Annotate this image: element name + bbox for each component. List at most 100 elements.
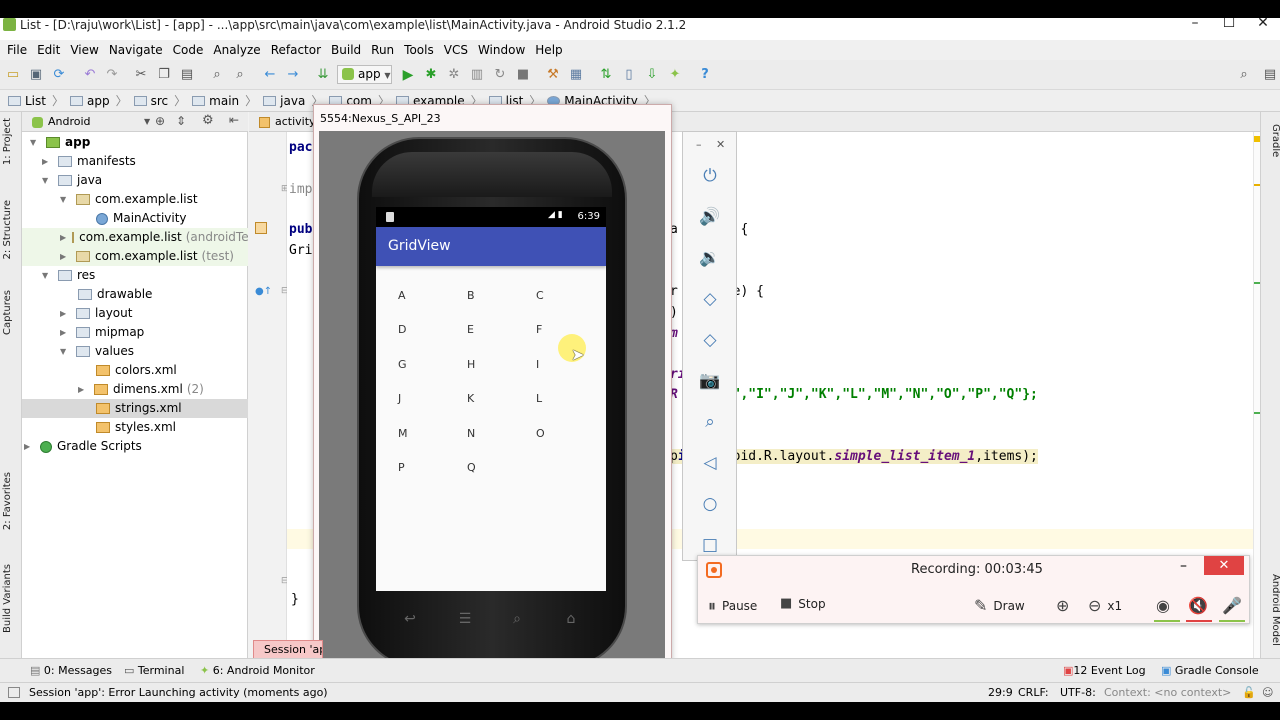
override-method-icon[interactable]: ●↑ bbox=[255, 286, 272, 297]
menu-file[interactable]: File bbox=[4, 43, 34, 57]
editor-tab-activity[interactable]: activity_ bbox=[257, 114, 321, 130]
grid-item-p[interactable]: P bbox=[398, 461, 418, 474]
menu-key-icon[interactable]: ☰ bbox=[455, 611, 475, 627]
back-triangle-icon[interactable]: ◁ bbox=[699, 452, 721, 474]
session-notification[interactable]: Session 'app' bbox=[253, 640, 323, 660]
breadcrumb-list[interactable]: List 〉 bbox=[8, 92, 64, 109]
breadcrumb-main[interactable]: main 〉 bbox=[192, 92, 257, 109]
tree-node-mainactivity[interactable]: MainActivity bbox=[96, 209, 187, 228]
event-log-icon[interactable]: ▤ bbox=[1262, 67, 1278, 83]
controls-close-button[interactable]: ✕ bbox=[716, 138, 725, 151]
gear-icon[interactable]: ⚙ bbox=[202, 113, 214, 128]
favorites-tool-tab[interactable]: 2: Favorites bbox=[2, 472, 20, 530]
power-icon[interactable]: ⏻ bbox=[699, 165, 721, 187]
tree-node-package-androidtest[interactable]: ▶ com.example.list (androidTest) bbox=[22, 228, 264, 247]
context-indicator[interactable]: Context: <no context> bbox=[1104, 686, 1231, 699]
volume-up-icon[interactable]: 🔊 bbox=[699, 206, 721, 228]
rotate-left-icon[interactable]: ◇ bbox=[699, 288, 721, 310]
apply-changes-icon[interactable]: ↻ bbox=[492, 67, 508, 83]
camera-icon[interactable]: 📷 bbox=[699, 370, 721, 392]
tree-node-res[interactable]: ▼ res bbox=[42, 266, 95, 285]
tool-windows-icon[interactable] bbox=[8, 687, 20, 698]
lock-icon[interactable]: 🔓 bbox=[1242, 686, 1256, 699]
event-log-tab[interactable]: ▣12 Event Log bbox=[1063, 664, 1146, 677]
redo-icon[interactable]: ↷ bbox=[104, 67, 120, 83]
grid-item-k[interactable]: K bbox=[467, 392, 487, 405]
help-icon[interactable]: ? bbox=[697, 67, 713, 83]
zoom-out-button[interactable]: ⊖ x1 bbox=[1088, 596, 1122, 615]
menu-code[interactable]: Code bbox=[170, 43, 211, 57]
grid-item-a[interactable]: A bbox=[398, 289, 418, 302]
sdk-manager-icon[interactable]: ⇩ bbox=[644, 67, 660, 83]
grid-item-h[interactable]: H bbox=[467, 358, 487, 371]
chevron-right-icon[interactable]: ▶ bbox=[42, 152, 52, 171]
grid-item-i[interactable]: I bbox=[536, 358, 556, 371]
editor-error-stripe[interactable] bbox=[1253, 132, 1260, 658]
chevron-right-icon[interactable]: ▶ bbox=[78, 380, 88, 399]
cut-icon[interactable]: ✂ bbox=[133, 67, 149, 83]
sync-gradle-icon[interactable]: ⇅ bbox=[598, 67, 614, 83]
caret-position[interactable]: 29:9 bbox=[988, 686, 1013, 699]
zoom-icon[interactable]: ⌕ bbox=[699, 411, 721, 433]
speaker-button[interactable]: 🔇 bbox=[1188, 596, 1214, 615]
chevron-down-icon[interactable]: ▼ bbox=[60, 342, 70, 361]
debug-icon[interactable]: ✱ bbox=[423, 67, 439, 83]
stop-button[interactable]: ■ Stop bbox=[780, 596, 826, 611]
android-monitor-tab[interactable]: ✦ 6: Android Monitor bbox=[200, 664, 315, 677]
pause-button[interactable]: ⏸ Pause bbox=[708, 596, 757, 616]
hector-icon[interactable]: ☺ bbox=[1262, 686, 1273, 699]
undo-icon[interactable]: ↶ bbox=[82, 67, 98, 83]
tree-node-drawable[interactable]: drawable bbox=[78, 285, 152, 304]
tree-node-package-main[interactable]: ▼ com.example.list bbox=[60, 190, 198, 209]
tree-node-strings-xml[interactable]: strings.xml bbox=[22, 399, 248, 418]
tree-node-values[interactable]: ▼ values bbox=[60, 342, 134, 361]
microphone-button[interactable]: 🎤 bbox=[1222, 596, 1248, 615]
stop-icon[interactable]: ■ bbox=[515, 67, 531, 83]
menu-help[interactable]: Help bbox=[532, 43, 569, 57]
back-icon[interactable]: ← bbox=[262, 67, 278, 83]
breadcrumb-app[interactable]: app 〉 bbox=[70, 92, 128, 109]
project-view-select[interactable]: Android ▼ bbox=[28, 114, 168, 130]
attach-debugger-icon[interactable]: ✲ bbox=[446, 67, 462, 83]
find-icon[interactable]: ⌕ bbox=[209, 67, 225, 83]
grid-item-j[interactable]: J bbox=[398, 392, 418, 405]
make-project-icon[interactable]: ⇊ bbox=[315, 67, 331, 83]
coverage-icon[interactable]: ▥ bbox=[469, 67, 485, 83]
tree-node-package-test[interactable]: ▶ com.example.list (test) bbox=[22, 247, 248, 266]
grid-item-e[interactable]: E bbox=[467, 323, 487, 336]
grid-item-o[interactable]: O bbox=[536, 427, 556, 440]
sync-icon[interactable]: ⟳ bbox=[51, 67, 67, 83]
grid-item-g[interactable]: G bbox=[398, 358, 418, 371]
settings-wrench-icon[interactable]: ⚒ bbox=[545, 67, 561, 83]
structure-tool-tab[interactable]: 2: Structure bbox=[2, 200, 20, 259]
line-separator[interactable]: CRLF: bbox=[1018, 686, 1049, 699]
project-tool-tab[interactable]: 1: Project bbox=[2, 118, 20, 165]
tree-node-mipmap[interactable]: ▶ mipmap bbox=[60, 323, 144, 342]
menu-view[interactable]: View bbox=[67, 43, 105, 57]
paste-icon[interactable]: ▤ bbox=[179, 67, 195, 83]
controls-minimize-button[interactable]: – bbox=[696, 138, 702, 151]
grid-item-l[interactable]: L bbox=[536, 392, 556, 405]
breadcrumb-src[interactable]: src 〉 bbox=[133, 92, 186, 109]
chevron-down-icon[interactable]: ▼ bbox=[42, 171, 52, 190]
captures-tool-tab[interactable]: Captures bbox=[2, 290, 20, 335]
back-key-icon[interactable]: ↩ bbox=[400, 611, 420, 627]
android-device-monitor-icon[interactable]: ✦ bbox=[667, 67, 683, 83]
scroll-from-source-icon[interactable]: ⊕ bbox=[155, 114, 165, 128]
menu-analyze[interactable]: Analyze bbox=[210, 43, 267, 57]
run-icon[interactable]: ▶ bbox=[400, 67, 416, 83]
zoom-in-button[interactable]: ⊕ bbox=[1056, 596, 1075, 615]
home-key-icon[interactable]: ⌂ bbox=[561, 611, 581, 627]
grid-item-m[interactable]: M bbox=[398, 427, 418, 440]
menu-navigate[interactable]: Navigate bbox=[106, 43, 170, 57]
tree-node-layout[interactable]: ▶ layout bbox=[60, 304, 132, 323]
draw-button[interactable]: ✎ Draw bbox=[974, 596, 1025, 615]
grid-item-q[interactable]: Q bbox=[467, 461, 487, 474]
chevron-right-icon[interactable]: ▶ bbox=[24, 437, 34, 456]
overview-square-icon[interactable]: □ bbox=[699, 534, 721, 556]
build-variants-tool-tab[interactable]: Build Variants bbox=[2, 564, 20, 633]
grid-item-f[interactable]: F bbox=[536, 323, 556, 336]
gradle-tool-tab[interactable]: Gradle bbox=[1263, 124, 1280, 157]
avd-manager-icon[interactable]: ▯ bbox=[621, 67, 637, 83]
rotate-right-icon[interactable]: ◇ bbox=[699, 329, 721, 351]
